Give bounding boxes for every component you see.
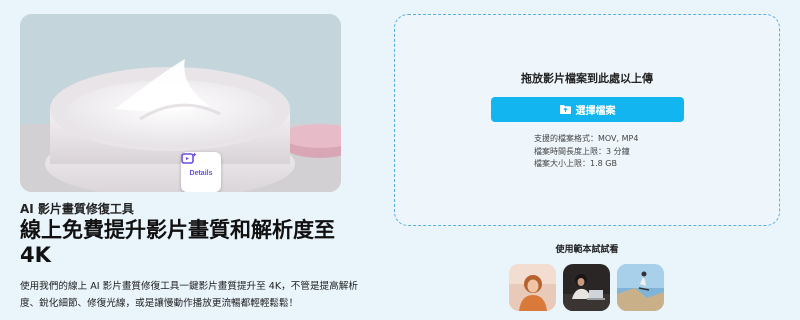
hero-image: Details: [20, 14, 341, 192]
details-label: Details: [189, 169, 213, 177]
page: Details AI 影片畫質修復工具 線上免費提升影片畫質和解析度至 4K 使…: [0, 0, 800, 320]
sparkle-video-icon: [181, 152, 197, 164]
duration-limit: 檔案時間長度上限：3 分鐘: [534, 146, 630, 156]
page-title: 線上免費提升影片畫質和解析度至 4K: [20, 218, 335, 267]
drop-instruction: 拖放影片檔案到此處以上傳: [521, 72, 653, 85]
sample-woman-photo: [509, 264, 556, 311]
supported-formats: 支援的檔案格式：MOV, MP4: [534, 134, 639, 143]
samples-title: 使用範本試試看: [555, 245, 619, 255]
sample-thumbnail-woman[interactable]: [509, 264, 556, 311]
choose-file-button[interactable]: 選擇檔案: [491, 97, 684, 122]
sample-thumbnail-laptop[interactable]: [563, 264, 610, 311]
details-badge[interactable]: Details: [181, 152, 221, 192]
page-description: 使用我們的線上 AI 影片畫質修復工具一鍵影片畫質提升至 4K，不管是提高解析度…: [20, 281, 358, 309]
tool-subtitle: AI 影片畫質修復工具: [20, 202, 134, 216]
upload-dropzone[interactable]: 拖放影片檔案到此處以上傳 選擇檔案 支援的檔案格式：MOV, MP4 檔案時間長…: [394, 14, 780, 226]
sample-person-laptop: [563, 264, 610, 311]
sample-skateboarder: [617, 264, 664, 311]
choose-file-label: 選擇檔案: [575, 106, 616, 117]
sample-thumbnail-skate[interactable]: [617, 264, 664, 311]
folder-icon: [559, 105, 571, 114]
size-limit: 檔案大小上限：1.8 GB: [534, 159, 617, 168]
file-requirements: 支援的檔案格式：MOV, MP4 檔案時間長度上限：3 分鐘 檔案大小上限：1.…: [534, 133, 638, 171]
